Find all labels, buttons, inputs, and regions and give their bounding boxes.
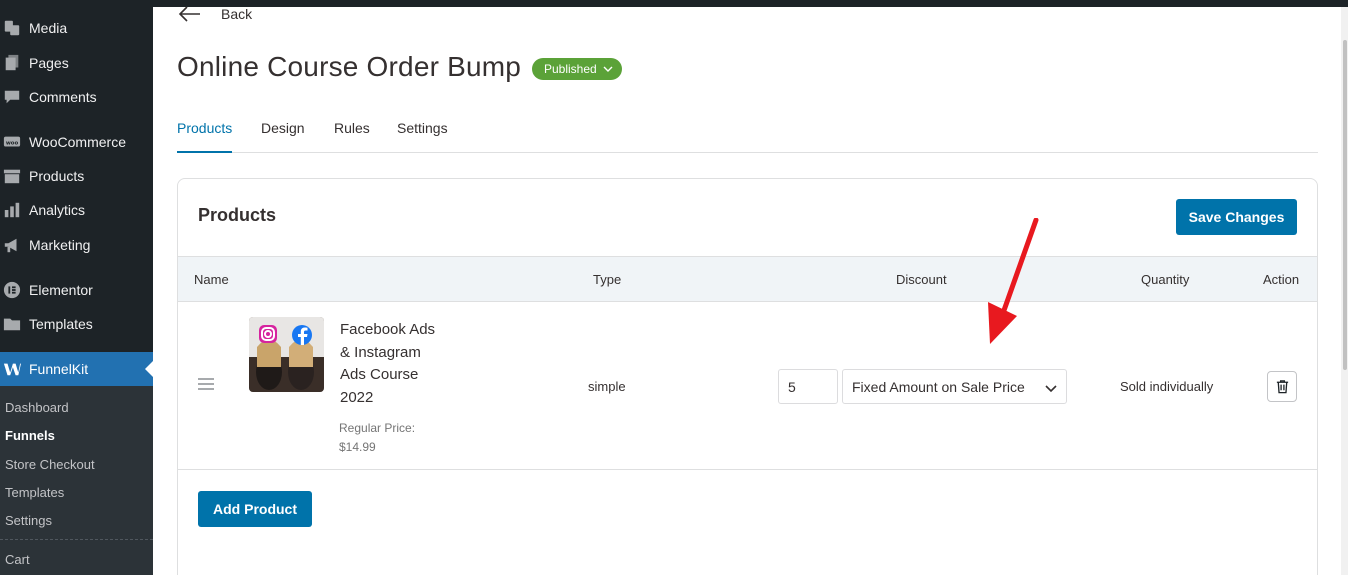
admin-sidebar: Media Pages Comments woo WooCommerce Pro…	[0, 0, 153, 575]
discount-type-value: Fixed Amount on Sale Price	[852, 378, 1025, 395]
discount-amount-input[interactable]: 5	[778, 369, 838, 404]
trash-icon	[1276, 380, 1288, 394]
column-action: Action	[1263, 272, 1300, 287]
sidebar-item-products[interactable]: Products	[0, 159, 153, 193]
product-name-line: Facebook Ads	[340, 321, 436, 338]
add-product-button[interactable]: Add Product	[198, 491, 312, 527]
tab-products[interactable]: Products	[177, 120, 233, 153]
discount-type-select[interactable]: Fixed Amount on Sale Price	[842, 369, 1067, 404]
save-changes-button[interactable]: Save Changes	[1176, 199, 1297, 235]
back-label: Back	[221, 6, 253, 22]
tab-bar: Products Design Rules Settings	[177, 115, 1318, 153]
quantity-value: Sold individually	[1120, 379, 1214, 394]
submenu-dashboard[interactable]: Dashboard	[5, 400, 69, 415]
sidebar-item-label: Media	[29, 20, 68, 36]
column-discount: Discount	[896, 272, 947, 287]
scrollbar-thumb[interactable]	[1343, 40, 1347, 370]
column-name: Name	[194, 272, 229, 287]
sidebar-item-label: Marketing	[29, 237, 91, 253]
status-label: Published	[544, 62, 597, 76]
regular-price-value: $14.99	[339, 440, 376, 454]
funnelkit-submenu: Dashboard Funnels Store Checkout Templat…	[0, 386, 153, 575]
active-indicator	[145, 361, 153, 377]
panel-title: Products	[198, 205, 277, 225]
page-title: Online Course Order Bump	[177, 51, 522, 82]
column-quantity: Quantity	[1141, 272, 1190, 287]
marketing-icon	[3, 236, 21, 254]
submenu-templates[interactable]: Templates	[5, 485, 64, 500]
products-panel: Products Save Changes Name Type Discount…	[177, 178, 1318, 575]
drag-handle-icon[interactable]	[198, 378, 214, 390]
submenu-settings[interactable]: Settings	[5, 513, 52, 528]
svg-text:woo: woo	[6, 140, 19, 146]
back-link[interactable]: Back	[177, 4, 252, 24]
products-icon	[3, 167, 21, 185]
tab-rules[interactable]: Rules	[334, 120, 370, 153]
chevron-down-icon	[603, 66, 613, 72]
sidebar-item-comments[interactable]: Comments	[0, 80, 153, 114]
sidebar-item-label: FunnelKit	[29, 361, 89, 377]
discount-amount-value: 5	[788, 378, 796, 395]
sidebar-item-media[interactable]: Media	[0, 11, 153, 45]
analytics-icon	[3, 201, 21, 219]
delete-button[interactable]	[1267, 371, 1297, 402]
sidebar-item-templates[interactable]: Templates	[0, 307, 153, 341]
sidebar-item-label: Templates	[29, 316, 93, 332]
sidebar-item-label: WooCommerce	[29, 134, 126, 150]
product-name[interactable]: Facebook Ads & Instagram Ads Course 2022	[340, 319, 450, 409]
table-row: Facebook Ads & Instagram Ads Course 2022…	[178, 302, 1317, 470]
pages-icon	[3, 54, 21, 72]
comments-icon	[3, 88, 21, 106]
product-name-line: & Instagram	[340, 343, 421, 361]
table-header: Name Type Discount Quantity Action	[178, 256, 1317, 302]
funnelkit-icon	[3, 360, 21, 378]
sidebar-item-pages[interactable]: Pages	[0, 46, 153, 80]
status-badge[interactable]: Published	[532, 58, 622, 80]
sidebar-item-label: Products	[29, 168, 85, 184]
media-icon	[3, 19, 21, 37]
annotation-arrow	[988, 218, 1039, 344]
product-name-line: 2022	[340, 388, 374, 406]
sidebar-item-elementor[interactable]: Elementor	[0, 273, 153, 307]
sidebar-item-woocommerce[interactable]: woo WooCommerce	[0, 125, 153, 159]
templates-icon	[3, 315, 21, 333]
product-name-line: Ads Course	[340, 366, 419, 383]
submenu-divider	[0, 539, 153, 540]
sidebar-item-label: Comments	[29, 89, 97, 105]
arrow-left-icon	[178, 6, 200, 22]
product-type: simple	[588, 379, 626, 394]
sidebar-item-funnelkit[interactable]: FunnelKit	[0, 352, 153, 386]
submenu-store-checkout[interactable]: Store Checkout	[5, 457, 95, 472]
sidebar-item-marketing[interactable]: Marketing	[0, 228, 153, 262]
sidebar-item-label: Analytics	[29, 202, 86, 218]
submenu-cart[interactable]: Cart	[5, 552, 30, 567]
sidebar-item-label: Elementor	[29, 282, 93, 298]
regular-price-label: Regular Price:	[339, 421, 416, 435]
column-type: Type	[593, 272, 622, 287]
main-content: Back Online Course Order Bump Published …	[153, 4, 1341, 575]
tab-design[interactable]: Design	[261, 120, 305, 153]
submenu-funnels[interactable]: Funnels	[5, 428, 55, 443]
sidebar-item-label: Pages	[29, 55, 69, 71]
woocommerce-icon: woo	[3, 133, 21, 151]
sidebar-item-analytics[interactable]: Analytics	[0, 193, 153, 227]
chevron-down-icon	[1045, 385, 1057, 393]
regular-price: Regular Price: $14.99	[339, 419, 429, 457]
elementor-icon	[3, 281, 21, 299]
product-thumbnail	[249, 317, 324, 392]
tab-settings[interactable]: Settings	[397, 120, 448, 153]
